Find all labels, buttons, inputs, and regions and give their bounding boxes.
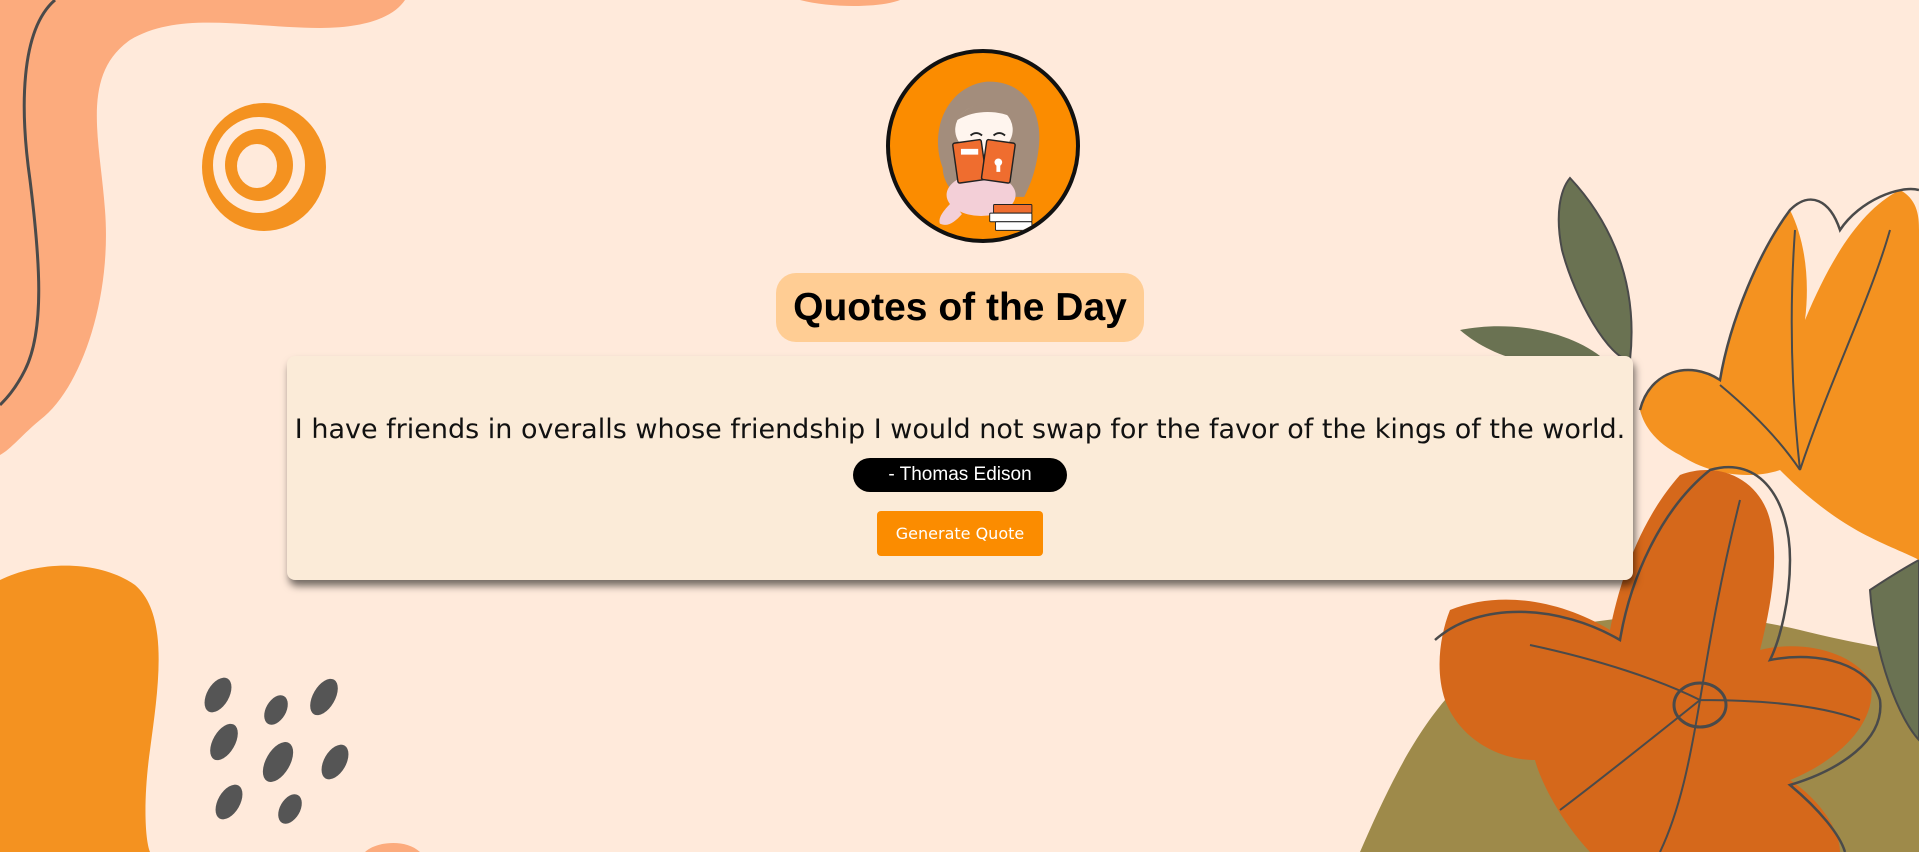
quote-text: I have friends in overalls whose friends… [294, 414, 1626, 445]
generate-quote-button[interactable]: Generate Quote [877, 511, 1043, 556]
bottom-small-blob [365, 842, 420, 852]
page: Quotes of the Day I have friends in over… [0, 0, 1919, 852]
page-title: Quotes of the Day [776, 273, 1144, 342]
quote-author: - Thomas Edison [853, 458, 1067, 492]
swirl-ring [202, 103, 326, 231]
avatar [886, 49, 1080, 243]
quote-card: I have friends in overalls whose friends… [287, 356, 1633, 580]
bottom-left-blob [0, 565, 159, 852]
girl-reading-illustration [937, 81, 1040, 231]
top-center-blob [800, 0, 900, 6]
dots-cluster [204, 677, 349, 824]
leaf-top [1557, 176, 1633, 362]
